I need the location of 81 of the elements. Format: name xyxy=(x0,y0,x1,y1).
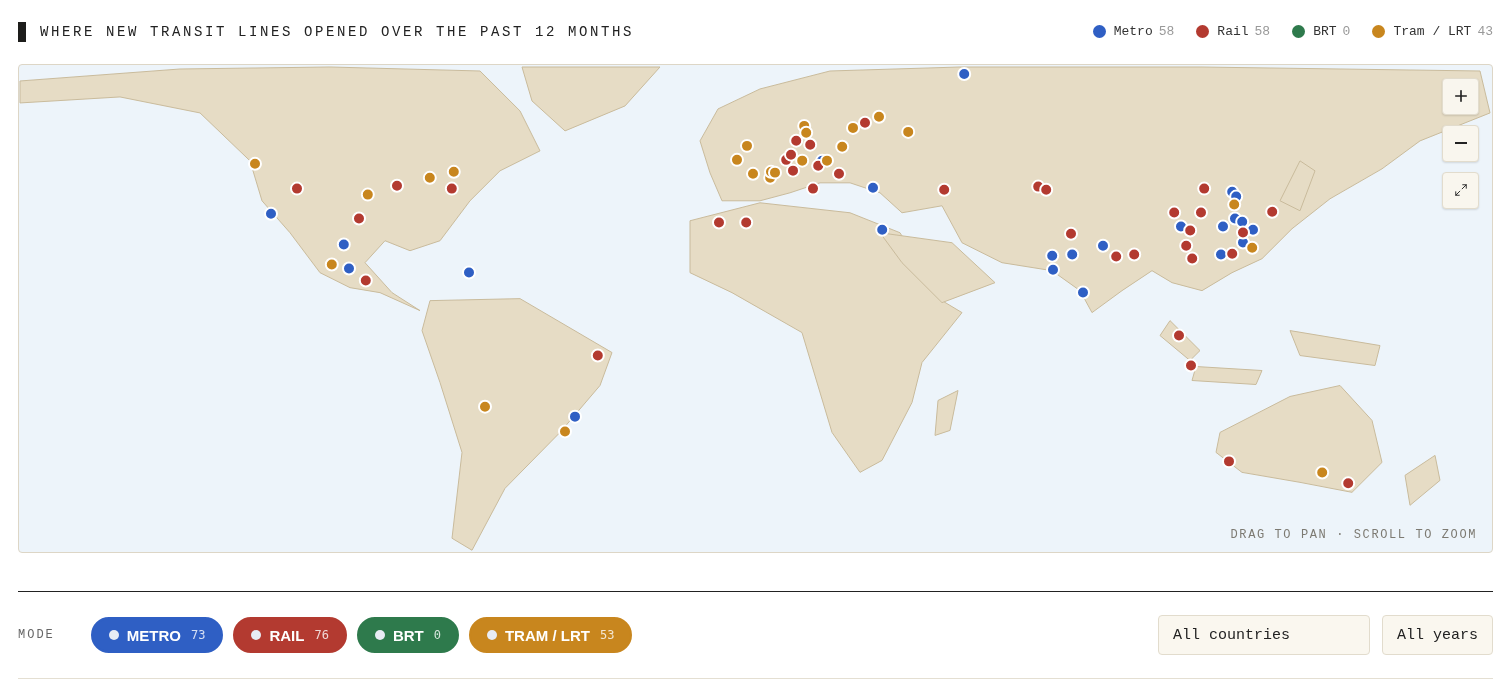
map-marker[interactable] xyxy=(558,424,572,439)
legend-label: Tram / LRT 43 xyxy=(1393,24,1493,40)
map-marker[interactable] xyxy=(590,348,605,363)
map-marker[interactable] xyxy=(422,170,437,185)
title-bar xyxy=(18,21,26,42)
map-marker[interactable] xyxy=(446,164,461,179)
map-marker[interactable] xyxy=(1039,182,1054,197)
map-marker[interactable] xyxy=(1197,181,1212,196)
map-marker[interactable] xyxy=(795,153,810,168)
map-marker[interactable] xyxy=(444,181,459,196)
map-marker[interactable] xyxy=(1064,226,1078,241)
map-marker[interactable] xyxy=(568,409,582,424)
map-marker[interactable] xyxy=(875,222,890,237)
filter-label: MODE xyxy=(18,628,55,643)
map-marker[interactable] xyxy=(835,139,850,154)
mode-chip[interactable]: RAIL 76 xyxy=(233,617,347,654)
map-marker[interactable] xyxy=(264,206,278,221)
minus-icon xyxy=(1454,142,1467,145)
map-marker[interactable] xyxy=(1065,247,1080,262)
map-marker[interactable] xyxy=(1194,205,1208,220)
map-marker[interactable] xyxy=(336,237,351,252)
map-marker[interactable] xyxy=(1245,240,1260,255)
map-marker[interactable] xyxy=(342,261,356,276)
map-marker[interactable] xyxy=(1216,219,1230,234)
map-marker[interactable] xyxy=(866,180,880,195)
map-panel[interactable]: DRAG TO PAN · SCROLL TO ZOOM xyxy=(18,63,1493,554)
map-marker[interactable] xyxy=(1076,285,1090,300)
legend-label: Metro 58 xyxy=(1113,24,1175,40)
map-marker[interactable] xyxy=(1045,248,1060,263)
map-marker[interactable] xyxy=(789,133,804,148)
legend-label: BRT 0 xyxy=(1313,24,1351,40)
map-marker[interactable] xyxy=(803,137,818,152)
map-marker[interactable] xyxy=(1179,238,1194,253)
map-marker[interactable] xyxy=(739,215,754,230)
mode-chip[interactable]: METRO 73 xyxy=(90,617,224,654)
map-marker[interactable] xyxy=(799,125,814,140)
map-marker[interactable] xyxy=(806,181,820,196)
zoom-in-button[interactable] xyxy=(1442,77,1479,115)
map-marker[interactable] xyxy=(820,153,834,168)
map-marker[interactable] xyxy=(1315,465,1330,480)
map-marker[interactable] xyxy=(360,187,375,202)
map-marker[interactable] xyxy=(1172,328,1186,343)
map-marker[interactable] xyxy=(786,163,800,178)
map-marker[interactable] xyxy=(1222,454,1236,469)
map-marker[interactable] xyxy=(1096,238,1110,253)
expand-icon xyxy=(1453,183,1468,198)
map-marker[interactable] xyxy=(248,156,262,171)
legend-label: Rail 58 xyxy=(1217,24,1271,40)
map-marker[interactable] xyxy=(1127,247,1142,262)
map-marker[interactable] xyxy=(1236,225,1250,240)
map-marker[interactable] xyxy=(858,115,872,130)
map-marker[interactable] xyxy=(712,215,726,230)
map-marker[interactable] xyxy=(746,166,760,181)
map-marker[interactable] xyxy=(1225,246,1240,261)
mode-chip[interactable]: BRT 0 xyxy=(356,617,459,654)
map-marker[interactable] xyxy=(1183,223,1198,238)
map-marker[interactable] xyxy=(832,166,846,181)
map-hint: DRAG TO PAN · SCROLL TO ZOOM xyxy=(1230,528,1477,543)
map-marker[interactable] xyxy=(1265,204,1280,219)
map-marker[interactable] xyxy=(352,211,366,226)
map-marker[interactable] xyxy=(937,182,952,197)
map-marker[interactable] xyxy=(1227,197,1242,212)
map-marker[interactable] xyxy=(1185,251,1200,266)
map-marker[interactable] xyxy=(358,273,373,288)
filter-select[interactable]: All years xyxy=(1382,615,1493,656)
map-marker[interactable] xyxy=(1109,249,1124,264)
map-marker[interactable] xyxy=(1167,205,1182,220)
map-marker[interactable] xyxy=(784,147,798,162)
map-marker[interactable] xyxy=(872,109,886,124)
map-marker[interactable] xyxy=(462,265,476,280)
map-marker[interactable] xyxy=(324,257,339,272)
map-marker[interactable] xyxy=(768,165,782,180)
map-marker[interactable] xyxy=(1341,476,1356,491)
map-marker[interactable] xyxy=(290,181,304,196)
map-marker[interactable] xyxy=(478,399,492,414)
map-marker[interactable] xyxy=(390,178,404,193)
map-marker[interactable] xyxy=(1184,358,1198,373)
map-marker[interactable] xyxy=(730,152,744,167)
filter-select[interactable]: All countries xyxy=(1158,615,1370,656)
map-title: WHERE NEW TRANSIT LINES OPENED OVER THE PAST 12 MONTHS xyxy=(40,23,635,40)
mode-chip[interactable]: TRAM / LRT 53 xyxy=(468,617,633,654)
